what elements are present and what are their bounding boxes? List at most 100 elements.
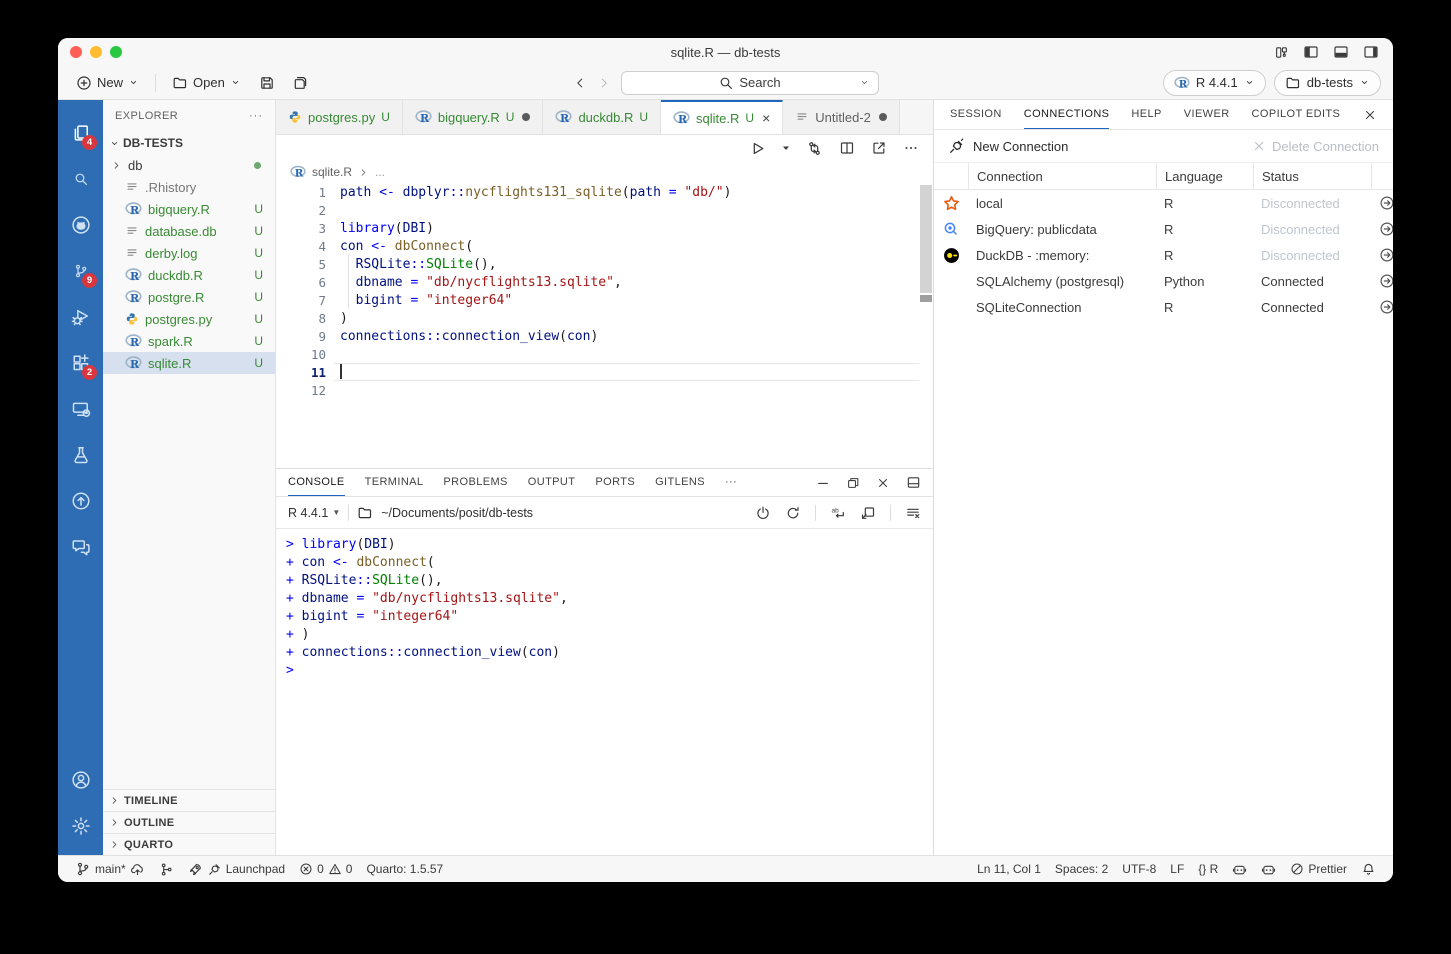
panel-right-icon[interactable] <box>1363 44 1379 60</box>
activity-item-publish[interactable] <box>58 478 103 524</box>
panel-tab-ports[interactable]: PORTS <box>595 469 635 496</box>
editor-tab-untitled-2[interactable]: Untitled-2 <box>783 100 900 134</box>
console-interpreter[interactable]: R 4.4.1 ▼ <box>288 506 340 520</box>
file-item-postgre-r[interactable]: Rpostgre.RU <box>103 286 275 308</box>
connection-row-sqlalchemy-postgresql-[interactable]: SQLAlchemy (postgresql)PythonConnected <box>934 268 1393 294</box>
chevron-right-nav-icon[interactable] <box>597 76 611 90</box>
copilot-status-2[interactable] <box>1254 862 1283 877</box>
panel-tab-gitlens[interactable]: GITLENS <box>655 469 705 496</box>
panel-bottom-icon[interactable] <box>1333 44 1349 60</box>
right-tab-connections[interactable]: CONNECTIONS <box>1024 100 1110 129</box>
new-button[interactable]: New <box>70 72 145 94</box>
activity-item-source-control[interactable]: 9 <box>58 248 103 294</box>
file-item-duckdb-r[interactable]: Rduckdb.RU <box>103 264 275 286</box>
source-file-button[interactable] <box>806 140 823 157</box>
copilot-status[interactable] <box>1225 862 1254 877</box>
explorer-root-folder[interactable]: DB-TESTS <box>103 132 275 154</box>
branch-status[interactable]: main* <box>68 861 152 877</box>
console-output[interactable]: > library(DBI)+ con <- dbConnect(+ RSQLi… <box>276 529 933 681</box>
clear-console-button[interactable] <box>905 505 921 521</box>
shutdown-console-button[interactable] <box>755 505 771 521</box>
connect-arrow-button[interactable] <box>1379 195 1393 211</box>
save-all-button[interactable] <box>287 72 315 94</box>
file-item-derby-log[interactable]: derby.logU <box>103 242 275 264</box>
sidebar-section-timeline[interactable]: TIMELINE <box>103 789 275 811</box>
workspace-selector[interactable]: db-tests <box>1274 70 1381 96</box>
connection-row-duckdb-memory-[interactable]: DuckDB - :memory:RDisconnected <box>934 242 1393 268</box>
activity-item-testing[interactable] <box>58 432 103 478</box>
open-window-button[interactable] <box>871 140 887 156</box>
split-editor-button[interactable] <box>839 140 855 156</box>
panel-layout-button[interactable] <box>906 475 921 490</box>
indentation-status[interactable]: Spaces: 2 <box>1048 862 1115 876</box>
file-item-database-db[interactable]: database.dbU <box>103 220 275 242</box>
breadcrumb[interactable]: R sqlite.R ... <box>276 161 933 183</box>
save-button[interactable] <box>253 72 281 94</box>
file-item-spark-r[interactable]: Rspark.RU <box>103 330 275 352</box>
connect-arrow-button[interactable] <box>1379 273 1393 289</box>
activity-item-settings[interactable] <box>58 803 103 849</box>
duplicate-console-button[interactable] <box>860 505 876 521</box>
activity-item-run-debug[interactable] <box>58 294 103 340</box>
run-button[interactable] <box>749 140 766 157</box>
connection-row-local[interactable]: localRDisconnected <box>934 190 1393 216</box>
connection-row-sqliteconnection[interactable]: SQLiteConnectionRConnected <box>934 294 1393 320</box>
interpreter-selector[interactable]: R R 4.4.1 <box>1163 70 1266 96</box>
move-to-editor-button[interactable]: ab <box>830 505 846 521</box>
sidebar-section-quarto[interactable]: QUARTO <box>103 833 275 855</box>
editor-tab-duckdb-r[interactable]: Rduckdb.RU <box>543 100 661 134</box>
panel-left-icon[interactable] <box>1303 44 1319 60</box>
panel-tab-terminal[interactable]: TERMINAL <box>365 469 424 496</box>
connect-arrow-button[interactable] <box>1379 247 1393 263</box>
panel-tab-output[interactable]: OUTPUT <box>528 469 576 496</box>
close-tab-icon[interactable]: × <box>762 111 770 125</box>
problems-status[interactable]: 00 <box>292 862 359 876</box>
connect-arrow-button[interactable] <box>1379 221 1393 237</box>
panel-tab--[interactable]: ··· <box>725 469 737 496</box>
activity-item-comments[interactable] <box>58 524 103 570</box>
restart-console-button[interactable] <box>785 505 801 521</box>
close-panel-button[interactable] <box>876 476 890 490</box>
more-actions-button[interactable] <box>903 140 919 156</box>
eol-status[interactable]: LF <box>1163 862 1191 876</box>
close-right-panel-button[interactable] <box>1363 108 1377 122</box>
activity-item-search[interactable] <box>58 156 103 202</box>
right-tab-copilot-edits[interactable]: COPILOT EDITS <box>1252 100 1341 129</box>
right-tab-help[interactable]: HELP <box>1131 100 1161 129</box>
editor-tab-postgres-py[interactable]: postgres.pyU <box>276 100 403 134</box>
graph-status[interactable] <box>152 862 181 877</box>
layout-grid-icon[interactable] <box>1274 45 1289 60</box>
sidebar-section-outline[interactable]: OUTLINE <box>103 811 275 833</box>
explorer-more-actions[interactable]: ··· <box>249 110 263 122</box>
right-tab-viewer[interactable]: VIEWER <box>1184 100 1230 129</box>
editor-tab-bigquery-r[interactable]: Rbigquery.RU <box>403 100 544 134</box>
activity-item-account[interactable] <box>58 757 103 803</box>
delete-connection-button[interactable]: Delete Connection <box>1252 139 1379 154</box>
file-item-bigquery-r[interactable]: Rbigquery.RU <box>103 198 275 220</box>
file-item--rhistory[interactable]: .Rhistory <box>103 176 275 198</box>
prettier-status[interactable]: Prettier <box>1283 862 1354 876</box>
connect-arrow-button[interactable] <box>1379 299 1393 315</box>
code-editor[interactable]: 1path <- dbplyr::nycflights131_sqlite(pa… <box>276 183 933 468</box>
cursor-position-status[interactable]: Ln 11, Col 1 <box>970 862 1048 876</box>
activity-item-extensions[interactable]: 2 <box>58 340 103 386</box>
notifications-status[interactable] <box>1354 862 1383 877</box>
editor-tab-sqlite-r[interactable]: Rsqlite.RU× <box>661 100 783 134</box>
open-button[interactable]: Open <box>166 72 247 94</box>
activity-item-remote-explorer[interactable] <box>58 386 103 432</box>
activity-item-explorer[interactable]: 4 <box>58 110 103 156</box>
chevron-left-icon[interactable] <box>573 76 587 90</box>
launchpad-status[interactable]: Launchpad <box>181 862 292 877</box>
connection-row-bigquery-publicdata[interactable]: BigQuery: publicdataRDisconnected <box>934 216 1393 242</box>
panel-tab-problems[interactable]: PROBLEMS <box>443 469 507 496</box>
new-connection-button[interactable]: New Connection <box>948 138 1068 155</box>
file-item-postgres-py[interactable]: postgres.pyU <box>103 308 275 330</box>
file-item-sqlite-r[interactable]: Rsqlite.RU <box>103 352 275 374</box>
file-item-db[interactable]: db <box>103 154 275 176</box>
language-status[interactable]: {} R <box>1191 862 1225 876</box>
panel-tab-console[interactable]: CONSOLE <box>288 469 345 496</box>
search-input[interactable]: Search <box>621 71 879 95</box>
quarto-status[interactable]: Quarto: 1.5.57 <box>359 862 450 876</box>
encoding-status[interactable]: UTF-8 <box>1115 862 1163 876</box>
editor-scrollbar[interactable] <box>920 185 932 293</box>
